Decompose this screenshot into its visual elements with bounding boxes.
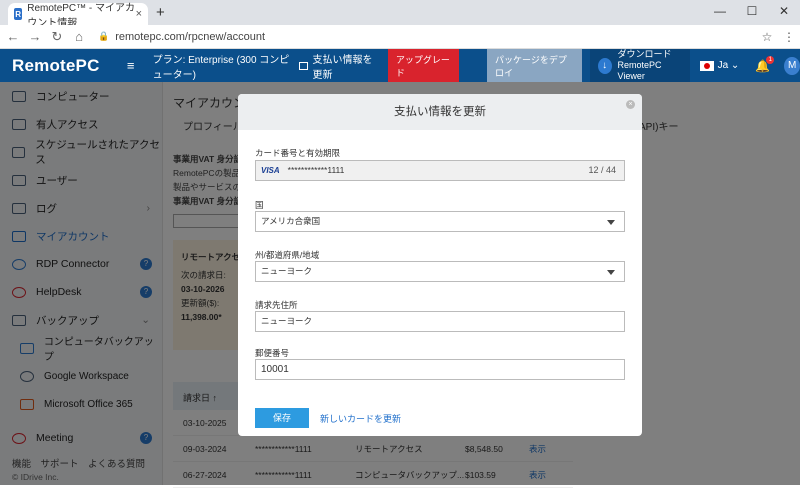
hamburger-menu-icon[interactable]: ≡ (127, 58, 143, 73)
close-tab-icon[interactable]: × (136, 8, 142, 20)
download-line2: RemotePC Viewer (617, 60, 662, 81)
remotepc-logo[interactable]: RemotePC (0, 56, 133, 76)
reload-icon[interactable]: ↻ (48, 29, 66, 45)
credit-card-icon (298, 61, 309, 70)
chevron-down-icon: ⌄ (728, 60, 740, 71)
update-payment-label: 支払い情報を更新 (312, 54, 373, 81)
minimize-button[interactable]: — (704, 0, 736, 25)
deploy-package-button[interactable]: パッケージをデプロイ (487, 48, 582, 83)
address-bar: ← → ↻ ⌂ 🔒 remotepc.com/rpcnew/account ☆ … (0, 25, 800, 49)
card-label: カード番号と有効期限 (255, 148, 341, 158)
download-icon: ↓ (597, 57, 612, 74)
plan-label: プラン: Enterprise (300 コンピューター) (152, 54, 290, 81)
download-viewer-button[interactable]: ↓ ダウンロード RemotePC Viewer (589, 49, 690, 82)
modal-title: 支払い情報を更新 (238, 94, 642, 130)
browser-tab[interactable]: R RemotePC™ - マイアカウント情報 × (8, 3, 148, 29)
url-text: remotepc.com/rpcnew/account (115, 30, 266, 43)
maximize-button[interactable]: ☐ (736, 0, 768, 25)
forward-icon[interactable]: → (26, 29, 44, 44)
browser-menu-icon[interactable]: ⋮ (778, 30, 800, 44)
country-select[interactable]: アメリカ合衆国 (255, 211, 625, 232)
remotepc-favicon: R (14, 8, 23, 20)
visa-icon: VISA (261, 166, 280, 175)
japan-flag-icon (699, 60, 714, 71)
update-payment-modal: 支払い情報を更新 × カード番号と有効期限 VISA ************11… (238, 94, 642, 436)
bookmark-star-icon[interactable]: ☆ (756, 30, 778, 44)
zip-label: 郵便番号 (255, 348, 290, 358)
state-value: ニューヨーク (261, 266, 313, 276)
card-expiry: 12 / 44 (588, 165, 616, 175)
card-number: ************1111 (287, 165, 345, 175)
new-card-link[interactable]: 新しいカードを更新 (320, 412, 401, 425)
save-button[interactable]: 保存 (255, 408, 309, 428)
zip-input[interactable]: 10001 (255, 359, 625, 380)
app-header: RemotePC ≡ プラン: Enterprise (300 コンピューター)… (0, 48, 800, 83)
upgrade-button[interactable]: アップグレード (387, 48, 459, 83)
avatar[interactable]: M (784, 56, 800, 75)
close-window-button[interactable]: ✕ (768, 0, 800, 25)
home-icon[interactable]: ⌂ (70, 29, 88, 44)
card-number-field[interactable]: VISA ************1111 12 / 44 (255, 160, 625, 181)
lock-icon: 🔒 (98, 31, 110, 41)
language-selector[interactable]: Ja ⌄ (699, 60, 740, 71)
window-controls: — ☐ ✕ (704, 0, 800, 25)
close-icon[interactable]: × (626, 100, 635, 109)
notification-badge: 1 (766, 55, 775, 64)
country-label: 国 (255, 200, 264, 210)
dropdown-caret-icon (607, 270, 615, 275)
state-select[interactable]: ニューヨーク (255, 261, 625, 282)
billing-address-input[interactable]: ニューヨーク (255, 311, 625, 332)
new-tab-button[interactable]: + (156, 4, 165, 21)
state-label: 州/都道府県/地域 (255, 250, 320, 260)
zip-value: 10001 (261, 364, 289, 375)
billing-address-value: ニューヨーク (261, 316, 313, 326)
back-icon[interactable]: ← (4, 29, 22, 44)
download-line1: ダウンロード (617, 49, 672, 59)
dropdown-caret-icon (607, 220, 615, 225)
browser-tab-strip: R RemotePC™ - マイアカウント情報 × + — ☐ ✕ (0, 0, 800, 29)
update-payment-link[interactable]: 支払い情報を更新 (298, 51, 382, 81)
url-field[interactable]: 🔒 remotepc.com/rpcnew/account (98, 28, 756, 46)
language-label: Ja (717, 60, 729, 71)
country-value: アメリカ合衆国 (261, 216, 321, 226)
billing-address-label: 請求先住所 (255, 300, 298, 310)
notification-bell-icon[interactable]: 🔔 1 (755, 55, 775, 73)
